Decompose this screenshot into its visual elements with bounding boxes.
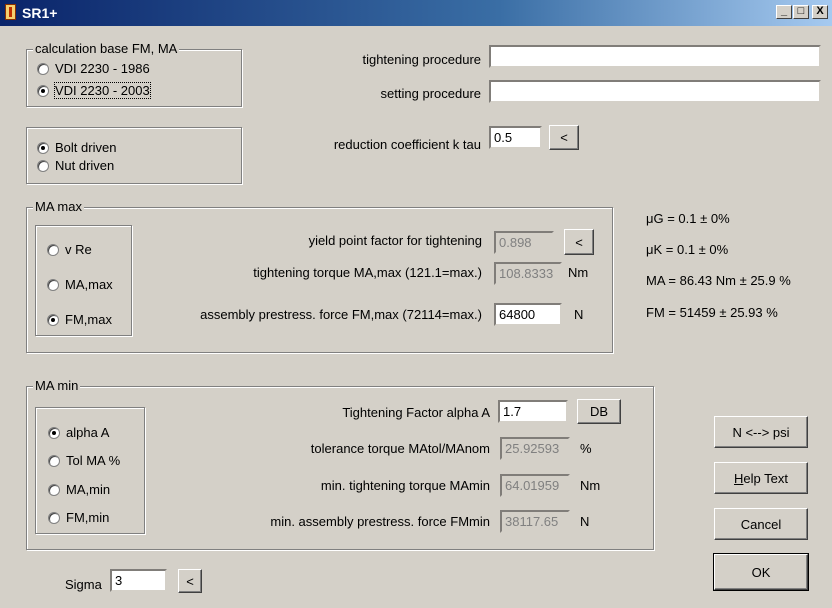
ok-button[interactable]: OK xyxy=(713,553,809,591)
tolerance-torque-label: tolerance torque MAtol/MAnom xyxy=(310,441,490,456)
prestress-force-max-label: assembly prestress. force FM,max (72114=… xyxy=(200,307,482,322)
torque-max-unit: Nm xyxy=(568,265,589,280)
drive-group: Bolt driven Nut driven xyxy=(26,127,242,184)
radio-label: FM,max xyxy=(65,312,112,327)
radio-label: Nut driven xyxy=(55,158,115,173)
radio-vdi-1986[interactable]: VDI 2230 - 1986 xyxy=(37,61,150,76)
tolerance-unit: % xyxy=(580,441,592,456)
close-button[interactable]: X xyxy=(812,5,828,19)
ma-min-input[interactable]: 64.01959 xyxy=(500,474,570,497)
help-label-rest: elp Text xyxy=(743,470,788,486)
reduction-back-button[interactable]: < xyxy=(549,125,579,150)
maximize-button[interactable]: □ xyxy=(793,5,809,19)
calc-base-legend: calculation base FM, MA xyxy=(33,41,180,57)
yield-point-input[interactable]: 0.898 xyxy=(494,231,554,254)
reduction-coefficient-label: reduction coefficient k tau xyxy=(333,137,481,152)
radio-label: v Re xyxy=(65,242,92,257)
radio-nut-driven[interactable]: Nut driven xyxy=(37,158,114,173)
radio-circle-checked xyxy=(37,141,49,154)
fm-min-label: min. assembly prestress. force FMmin xyxy=(270,514,490,529)
radio-label: MA,min xyxy=(66,482,111,497)
mu-k-result: μK = 0.1 ± 0% xyxy=(646,242,729,257)
radio-ma-min[interactable]: MA,min xyxy=(48,482,110,497)
radio-vdi-2003[interactable]: VDI 2230 - 2003 xyxy=(37,82,151,99)
app-icon xyxy=(5,4,16,20)
fm-result: FM = 51459 ± 25.93 % xyxy=(646,305,778,320)
reduction-coefficient-input[interactable]: 0.5 xyxy=(489,126,542,149)
help-text-button[interactable]: Help Text xyxy=(714,462,808,494)
cancel-button[interactable]: Cancel xyxy=(714,508,808,540)
radio-circle xyxy=(48,483,60,496)
radio-label: VDI 2230 - 1986 xyxy=(55,61,150,76)
ma-result: MA = 86.43 Nm ± 25.9 % xyxy=(646,273,791,288)
radio-bolt-driven[interactable]: Bolt driven xyxy=(37,140,116,155)
radio-label: alpha A xyxy=(66,425,110,440)
tightening-torque-max-label: tightening torque MA,max (121.1=max.) xyxy=(253,265,482,280)
sigma-back-button[interactable]: < xyxy=(178,569,202,593)
db-button[interactable]: DB xyxy=(577,399,621,424)
radio-circle xyxy=(48,511,60,524)
fm-min-input[interactable]: 38117.65 xyxy=(500,510,570,533)
alpha-a-label: Tightening Factor alpha A xyxy=(342,405,490,420)
radio-circle xyxy=(47,278,59,291)
radio-circle xyxy=(47,243,59,256)
setting-procedure-input[interactable] xyxy=(489,80,821,103)
radio-fm-min[interactable]: FM,min xyxy=(48,510,109,525)
tightening-procedure-input[interactable] xyxy=(489,45,821,68)
ma-max-options-box: v Re MA,max FM,max xyxy=(35,225,132,336)
calc-base-group: calculation base FM, MA VDI 2230 - 1986 … xyxy=(26,41,242,107)
ma-max-legend: MA max xyxy=(33,199,84,215)
radio-ma-max[interactable]: MA,max xyxy=(47,277,113,292)
radio-label: Tol MA % xyxy=(66,453,121,468)
radio-tol-ma[interactable]: Tol MA % xyxy=(48,453,120,468)
radio-circle-checked xyxy=(48,426,60,439)
radio-fm-max[interactable]: FM,max xyxy=(47,312,112,327)
fm-min-unit: N xyxy=(580,514,590,529)
ma-min-legend: MA min xyxy=(33,378,81,394)
ma-min-label: min. tightening torque MAmin xyxy=(320,478,490,493)
radio-circle-checked xyxy=(47,313,59,326)
radio-label: FM,min xyxy=(66,510,110,525)
radio-circle xyxy=(37,62,49,75)
force-max-unit: N xyxy=(574,307,584,322)
alpha-a-input[interactable]: 1.7 xyxy=(498,400,568,423)
minimize-button[interactable]: _ xyxy=(776,5,792,19)
radio-label: MA,max xyxy=(65,277,113,292)
yield-point-label: yield point factor for tightening xyxy=(308,233,482,248)
sigma-input[interactable]: 3 xyxy=(110,569,167,592)
tolerance-torque-input[interactable]: 25.92593 xyxy=(500,437,570,460)
radio-label: VDI 2230 - 2003 xyxy=(54,82,151,99)
window-title: SR1+ xyxy=(22,5,58,21)
yield-back-button[interactable]: < xyxy=(564,229,594,255)
unit-toggle-button[interactable]: N <--> psi xyxy=(714,416,808,448)
radio-label: Bolt driven xyxy=(55,140,117,155)
sigma-label: Sigma xyxy=(65,577,102,592)
title-bar[interactable]: SR1+ _ □ X xyxy=(0,0,832,26)
ma-min-unit: Nm xyxy=(580,478,601,493)
help-mnemonic: H xyxy=(734,470,744,486)
mu-g-result: μG = 0.1 ± 0% xyxy=(646,211,730,226)
prestress-force-max-input[interactable]: 64800 xyxy=(494,303,562,326)
radio-alpha-a[interactable]: alpha A xyxy=(48,425,109,440)
ma-min-options-box: alpha A Tol MA % MA,min FM,min xyxy=(35,407,145,534)
radio-circle xyxy=(37,159,49,172)
tightening-torque-max-input[interactable]: 108.8333 xyxy=(494,262,562,285)
radio-circle-checked xyxy=(37,84,49,97)
setting-procedure-label: setting procedure xyxy=(380,86,481,101)
radio-circle xyxy=(48,454,60,467)
tightening-procedure-label: tightening procedure xyxy=(362,52,481,67)
radio-v-re[interactable]: v Re xyxy=(47,242,92,257)
